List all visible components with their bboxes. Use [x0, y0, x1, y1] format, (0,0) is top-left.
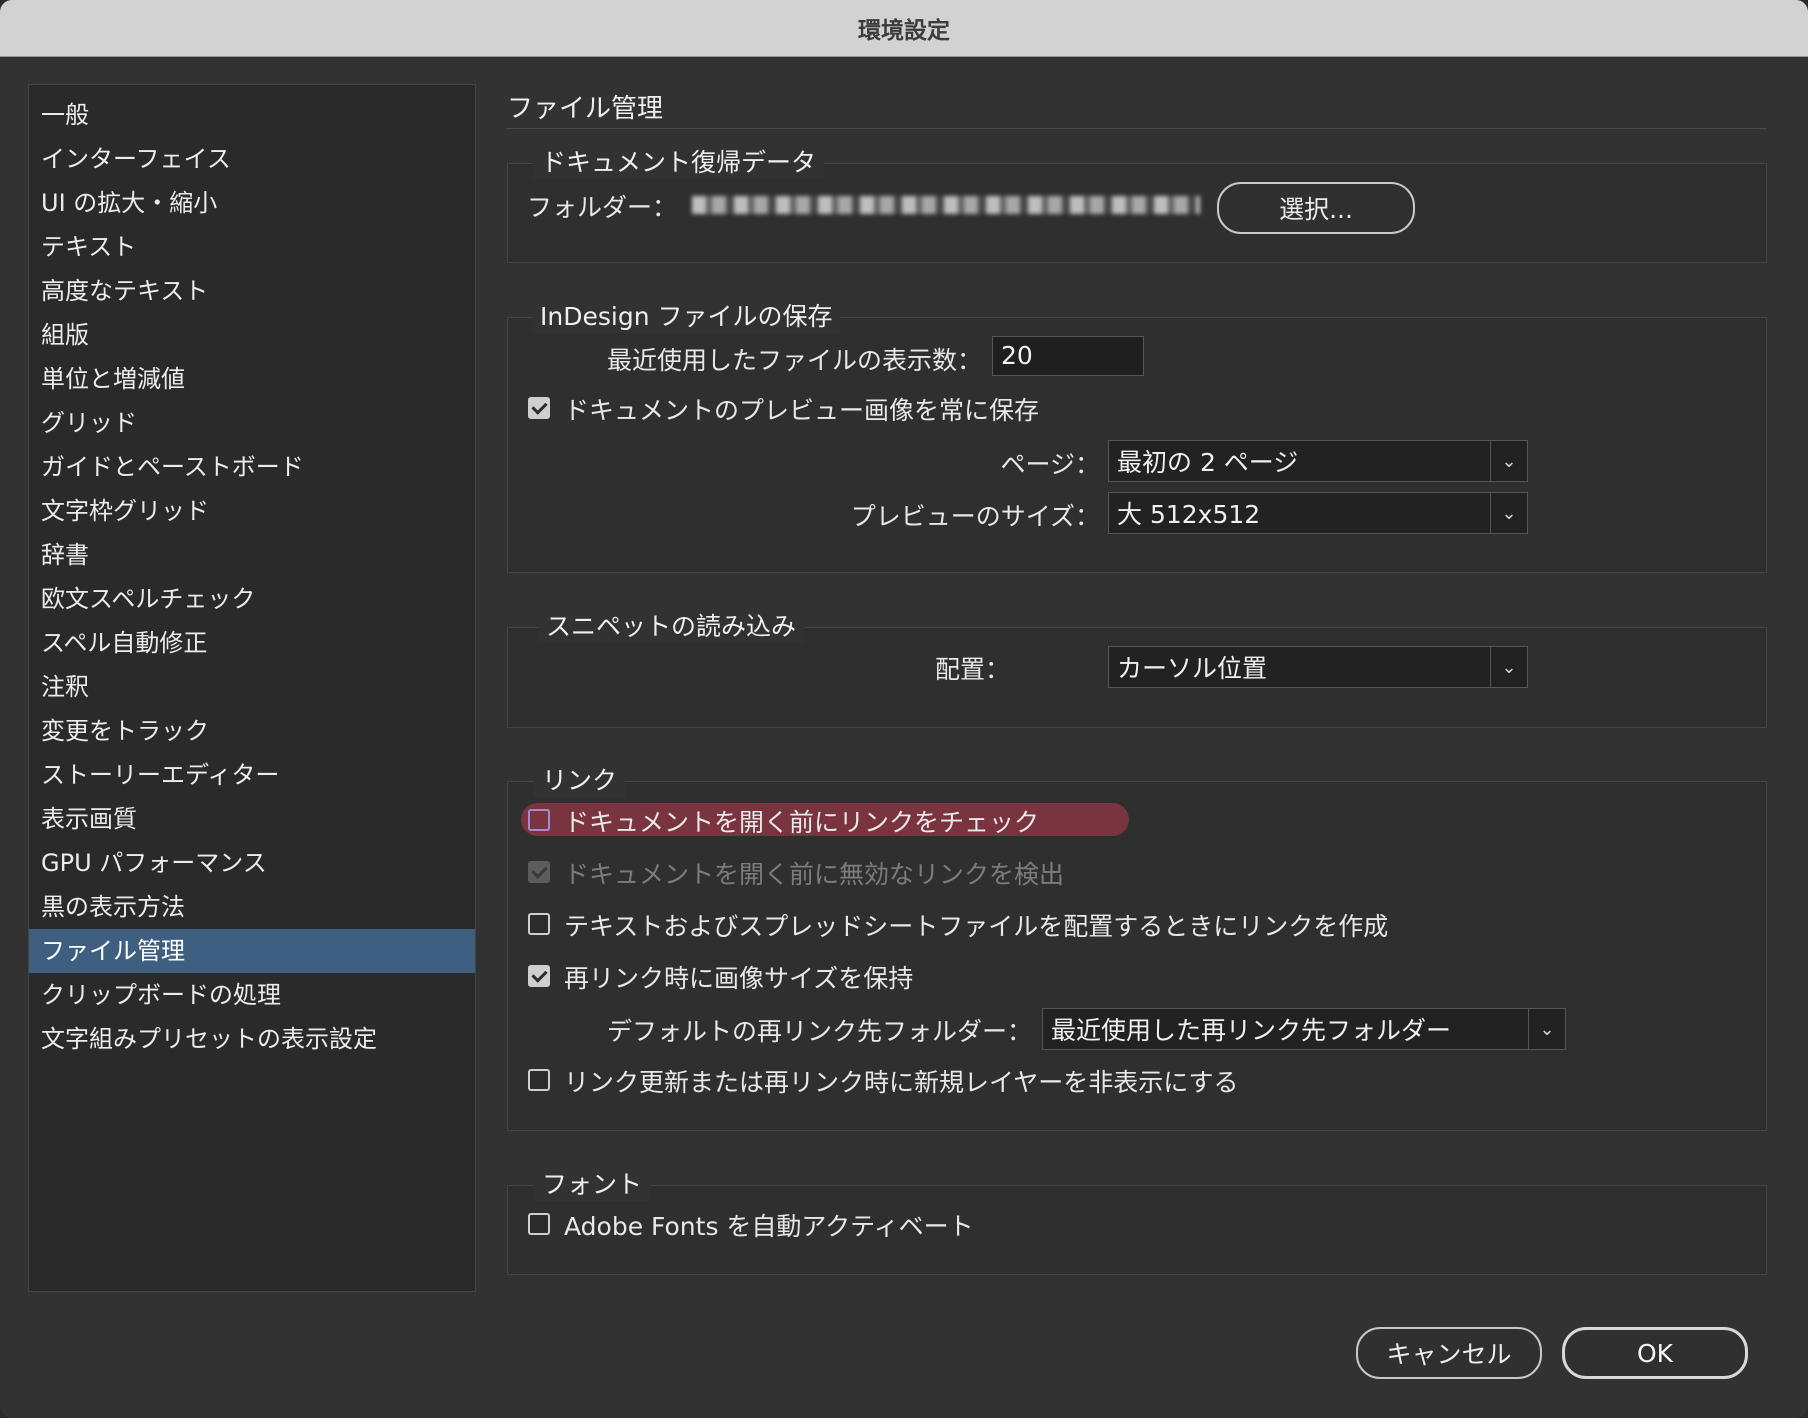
fonts-group-label: フォント: [534, 1165, 651, 1201]
pages-label: ページ：: [1000, 450, 1100, 479]
preview-size-value: 大 512x512: [1117, 500, 1261, 529]
default-relink-folder-label: デフォルトの再リンク先フォルダー：: [606, 1017, 1032, 1046]
chevron-down-icon: ⌄: [1490, 493, 1527, 533]
recovery-group-label: ドキュメント復帰データ: [533, 143, 825, 179]
save-preview-label: ドキュメントのプレビュー画像を常に保存: [564, 396, 1040, 425]
pages-select[interactable]: 最初の 2 ページ ⌄: [1108, 440, 1528, 482]
hide-layers-checkbox[interactable]: [528, 1069, 550, 1091]
preferences-panel: ファイル管理 ドキュメント復帰データ フォルダー： 選択... InDesign…: [0, 0, 1808, 1418]
create-links-label: テキストおよびスプレッドシートファイルを配置するときにリンクを作成: [564, 912, 1389, 941]
check-links-label: ドキュメントを開く前にリンクをチェック: [564, 808, 1040, 837]
links-group-label: リンク: [534, 761, 626, 797]
place-label: 配置：: [934, 655, 1010, 684]
default-relink-folder-select[interactable]: 最近使用した再リンク先フォルダー ⌄: [1042, 1008, 1566, 1050]
preview-size-select[interactable]: 大 512x512 ⌄: [1108, 492, 1528, 534]
choose-folder-button[interactable]: 選択...: [1217, 182, 1415, 234]
default-relink-folder-value: 最近使用した再リンク先フォルダー: [1051, 1016, 1452, 1045]
page-title: ファイル管理: [507, 94, 664, 124]
create-links-checkbox[interactable]: [528, 913, 550, 935]
chevron-down-icon: ⌄: [1490, 647, 1527, 687]
chevron-down-icon: ⌄: [1490, 441, 1527, 481]
place-select-value: カーソル位置: [1117, 654, 1268, 683]
find-missing-checkbox[interactable]: [528, 861, 550, 883]
folder-label: フォルダー：: [527, 193, 678, 222]
save-group-label: InDesign ファイルの保存: [532, 297, 841, 333]
preserve-size-checkbox[interactable]: [528, 965, 550, 987]
check-links-checkbox[interactable]: [528, 809, 550, 831]
place-select[interactable]: カーソル位置 ⌄: [1108, 646, 1528, 688]
preview-size-label: プレビューのサイズ：: [850, 502, 1100, 531]
recent-files-label: 最近使用したファイルの表示数：: [606, 346, 982, 375]
pages-select-value: 最初の 2 ページ: [1117, 448, 1299, 477]
ok-button[interactable]: OK: [1562, 1327, 1748, 1379]
hide-layers-label: リンク更新または再リンク時に新規レイヤーを非表示にする: [564, 1068, 1239, 1097]
auto-activate-fonts-checkbox[interactable]: [528, 1213, 550, 1235]
recent-files-input[interactable]: 20: [992, 336, 1144, 376]
find-missing-label: ドキュメントを開く前に無効なリンクを検出: [564, 860, 1065, 889]
cancel-button[interactable]: キャンセル: [1356, 1327, 1542, 1379]
save-preview-checkbox[interactable]: [528, 397, 550, 419]
chevron-down-icon: ⌄: [1528, 1009, 1565, 1049]
preserve-size-label: 再リンク時に画像サイズを保持: [564, 964, 914, 993]
auto-activate-fonts-label: Adobe Fonts を自動アクティベート: [564, 1212, 974, 1241]
folder-path-value: [692, 196, 1200, 214]
title-divider: [507, 128, 1767, 129]
snippet-group-label: スニペットの読み込み: [538, 607, 805, 643]
